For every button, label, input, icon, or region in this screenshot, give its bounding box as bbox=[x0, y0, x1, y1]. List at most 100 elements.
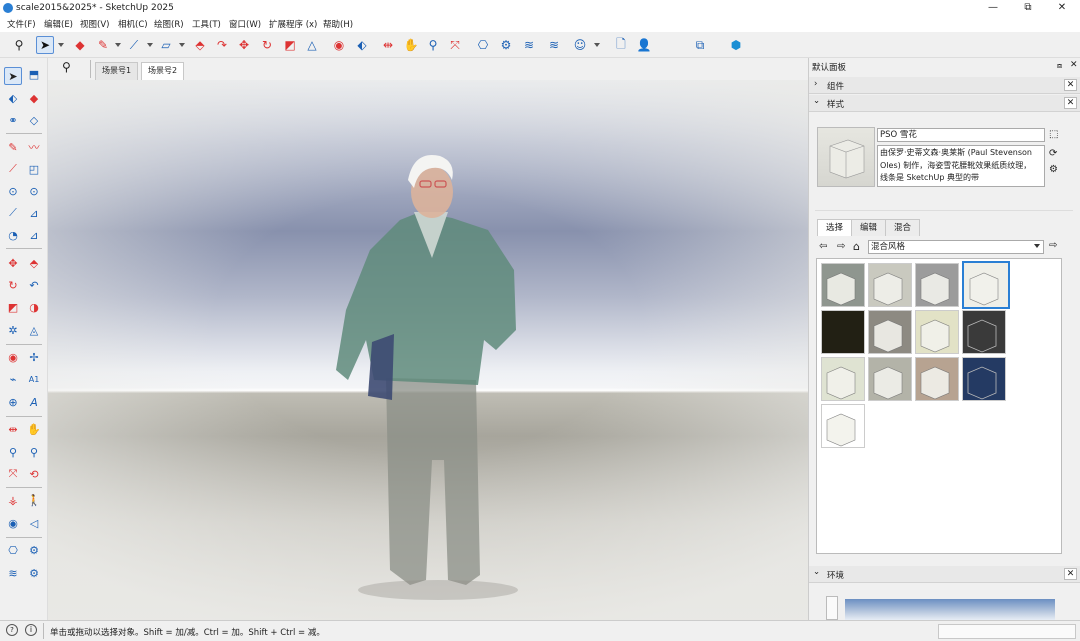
zoom-icon[interactable]: ⚲ bbox=[10, 36, 28, 54]
extension-manager-icon[interactable]: ⧉ bbox=[691, 36, 709, 54]
dimension-icon[interactable]: ⌁ bbox=[4, 370, 22, 388]
component-icon[interactable]: ⬒ bbox=[25, 65, 43, 83]
erase-icon[interactable]: ◇ bbox=[25, 111, 43, 129]
circle-icon[interactable]: ⊙ bbox=[4, 182, 22, 200]
pencil-icon[interactable]: ✎ bbox=[4, 138, 22, 156]
close-icon[interactable]: ✕ bbox=[1064, 568, 1077, 580]
chevron-down-icon[interactable] bbox=[1034, 244, 1040, 248]
previous-view-icon[interactable]: ⟲ bbox=[25, 465, 43, 483]
geo-location-icon[interactable]: ? bbox=[6, 624, 18, 636]
menu-tools[interactable]: 工具(T) bbox=[192, 18, 221, 30]
flip-icon[interactable]: ✲ bbox=[4, 321, 22, 339]
measurements-box[interactable] bbox=[938, 624, 1076, 639]
model-viewport[interactable] bbox=[48, 80, 808, 620]
protractor-icon[interactable]: △ bbox=[303, 36, 321, 54]
three-point-arc-icon[interactable]: ⊿ bbox=[25, 226, 43, 244]
orbit-icon[interactable]: ⇹ bbox=[4, 420, 22, 438]
warehouse-icon[interactable]: ⎔ bbox=[474, 36, 492, 54]
line-icon[interactable]: ⟋ bbox=[125, 36, 143, 54]
menu-view[interactable]: 视图(V) bbox=[80, 18, 109, 30]
chevron-down-icon[interactable] bbox=[58, 43, 64, 47]
pin-icon[interactable]: ⧈ bbox=[1057, 61, 1062, 71]
styles-panel-header[interactable]: ⌄ 样式 ✕ bbox=[809, 95, 1080, 112]
tape-icon[interactable]: ◉ bbox=[4, 348, 22, 366]
minimize-button[interactable]: — bbox=[983, 2, 1003, 14]
pushpull-icon[interactable]: ⬘ bbox=[25, 254, 43, 272]
profile-icon[interactable]: ☺ bbox=[571, 36, 589, 54]
menu-camera[interactable]: 相机(C) bbox=[118, 18, 148, 30]
close-icon[interactable]: ✕ bbox=[1070, 60, 1078, 70]
pan-icon[interactable]: ✋ bbox=[25, 420, 43, 438]
zoom-extents-icon[interactable]: ⤧ bbox=[446, 36, 464, 54]
tab-select[interactable]: 选择 bbox=[817, 219, 853, 236]
tab-scene-1[interactable]: 场景号1 bbox=[95, 62, 139, 80]
home-icon[interactable]: ⌂ bbox=[853, 240, 860, 253]
update-style-icon[interactable]: ⟳ bbox=[1049, 148, 1057, 159]
zoom-window-icon[interactable]: ⚲ bbox=[424, 36, 442, 54]
menu-help[interactable]: 帮助(H) bbox=[323, 18, 353, 30]
section-plane-icon[interactable]: ◁ bbox=[25, 514, 43, 532]
create-style-icon[interactable]: ⬚ bbox=[1049, 129, 1058, 140]
back-icon[interactable]: ⇦ bbox=[819, 241, 827, 252]
tape-icon[interactable]: ◉ bbox=[330, 36, 348, 54]
rotate-icon[interactable]: ↻ bbox=[258, 36, 276, 54]
protractor-icon[interactable]: ✢ bbox=[25, 348, 43, 366]
scale-icon[interactable]: ◩ bbox=[281, 36, 299, 54]
layers-icon[interactable]: ≋ bbox=[545, 36, 563, 54]
pushpull-icon[interactable]: ⬘ bbox=[191, 36, 209, 54]
close-icon[interactable]: ✕ bbox=[1064, 79, 1077, 91]
pencil-icon[interactable]: ✎ bbox=[94, 36, 112, 54]
tab-scene-2[interactable]: 场景号2 bbox=[141, 62, 185, 80]
menu-edit[interactable]: 编辑(E) bbox=[44, 18, 73, 30]
followme-icon[interactable]: ↶ bbox=[25, 276, 43, 294]
followme-icon[interactable]: ↷ bbox=[213, 36, 231, 54]
tab-edit[interactable]: 编辑 bbox=[851, 219, 887, 236]
sandbox-icon[interactable]: ⚙ bbox=[25, 564, 43, 582]
components-panel-header[interactable]: › 组件 ✕ bbox=[809, 77, 1080, 94]
sample-style-icon[interactable]: ⚙ bbox=[1049, 164, 1058, 175]
account-icon[interactable]: 👤 bbox=[635, 36, 653, 54]
chevron-down-icon[interactable] bbox=[115, 43, 121, 47]
style-name-field[interactable]: PSO 雪花 bbox=[877, 128, 1045, 142]
chevron-down-icon[interactable] bbox=[147, 43, 153, 47]
forward-icon[interactable]: ⇨ bbox=[837, 241, 845, 252]
position-camera-icon[interactable]: ⚶ bbox=[4, 491, 22, 509]
collection-select[interactable]: 混合风格 bbox=[868, 240, 1044, 254]
paint-icon[interactable]: ⬖ bbox=[353, 36, 371, 54]
solid-tools-icon[interactable]: ◬ bbox=[25, 321, 43, 339]
details-icon[interactable]: ⇨ bbox=[1049, 240, 1057, 251]
select-icon[interactable]: ➤ bbox=[36, 36, 54, 54]
lookaround-icon[interactable]: ◉ bbox=[4, 514, 22, 532]
close-button[interactable]: ✕ bbox=[1052, 2, 1072, 14]
offset-icon[interactable]: ◑ bbox=[25, 298, 43, 316]
3dtext-icon[interactable]: 𝘈 bbox=[25, 393, 43, 411]
share-icon[interactable]: ⚙ bbox=[25, 541, 43, 559]
rotated-rectangle-icon[interactable]: ◰ bbox=[25, 160, 43, 178]
menu-window[interactable]: 窗口(W) bbox=[229, 18, 261, 30]
zoom-extents-icon[interactable]: ⤧ bbox=[4, 465, 22, 483]
walk-icon[interactable]: 🚶 bbox=[25, 491, 43, 509]
text-icon[interactable]: A1 bbox=[25, 370, 43, 388]
cube-icon[interactable]: ⬢ bbox=[727, 36, 745, 54]
tab-mix[interactable]: 混合 bbox=[885, 219, 921, 236]
zoom-icon[interactable]: ⚲ bbox=[4, 443, 22, 461]
style-description-field[interactable]: 由保罗·史蒂文森·奥莱斯 (Paul Stevenson Oles) 制作，海姿… bbox=[877, 145, 1045, 187]
menu-extensions[interactable]: 扩展程序 (x) bbox=[269, 18, 317, 30]
search-icon[interactable]: ⚲ bbox=[62, 60, 71, 74]
scale-icon[interactable]: ◩ bbox=[4, 298, 22, 316]
close-icon[interactable]: ✕ bbox=[1064, 97, 1077, 109]
rectangle-icon[interactable]: ▱ bbox=[157, 36, 175, 54]
polygon-icon[interactable]: ⊙ bbox=[25, 182, 43, 200]
move-icon[interactable]: ✥ bbox=[235, 36, 253, 54]
zoom-window-icon[interactable]: ⚲ bbox=[25, 443, 43, 461]
axes-icon[interactable]: ⊕ bbox=[4, 393, 22, 411]
move-icon[interactable]: ✥ bbox=[4, 254, 22, 272]
menu-draw[interactable]: 绘图(R) bbox=[154, 18, 184, 30]
freehand-icon[interactable]: 〰 bbox=[25, 138, 43, 156]
menu-file[interactable]: 文件(F) bbox=[7, 18, 36, 30]
chevron-down-icon[interactable] bbox=[179, 43, 185, 47]
chevron-down-icon[interactable] bbox=[594, 43, 600, 47]
rectangle-icon[interactable]: ⟋ bbox=[4, 160, 22, 178]
two-point-arc-icon[interactable]: ◔ bbox=[4, 226, 22, 244]
maximize-button[interactable]: ⧉ bbox=[1018, 2, 1038, 14]
